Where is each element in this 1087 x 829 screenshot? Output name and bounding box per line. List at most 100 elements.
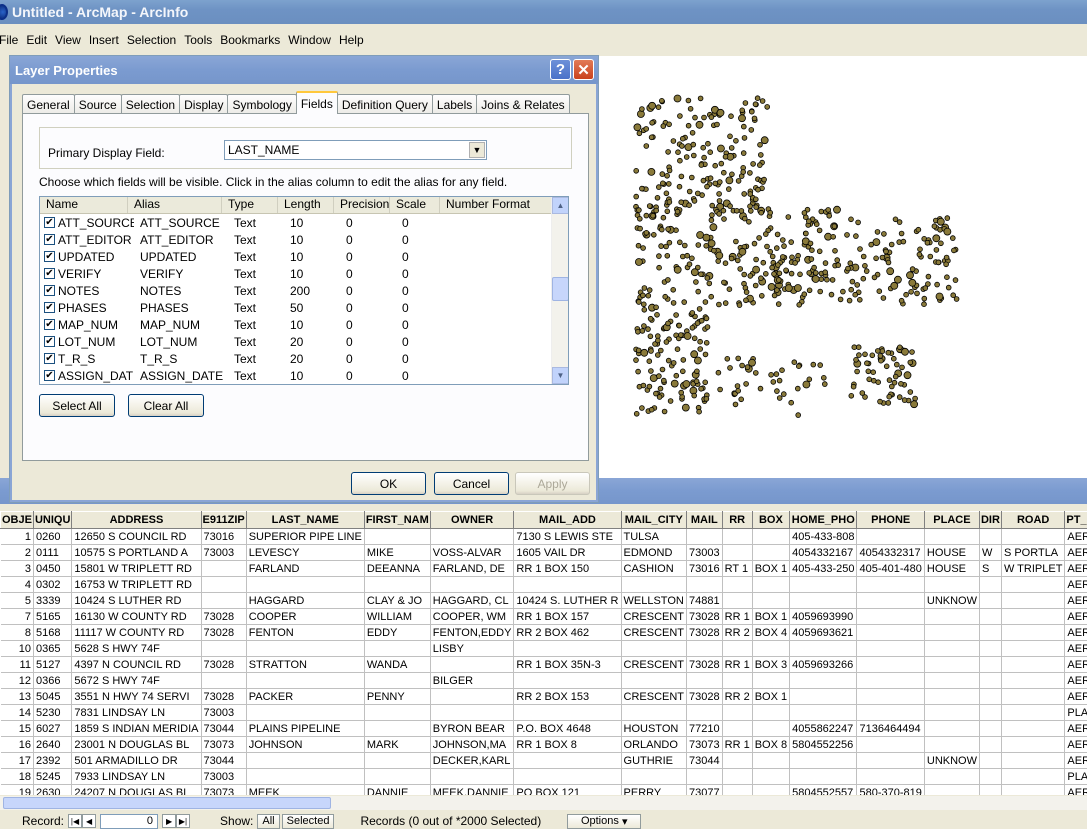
table-cell[interactable]: P.O. BOX 4648 — [513, 720, 622, 737]
map-point[interactable] — [824, 276, 830, 283]
table-cell[interactable]: BOX 3 — [752, 656, 791, 673]
map-point[interactable] — [847, 260, 854, 267]
map-point[interactable] — [776, 270, 783, 277]
table-cell[interactable]: 10 — [0, 640, 34, 657]
map-point[interactable] — [748, 127, 755, 133]
field-alias[interactable]: ATT_EDITOR — [134, 233, 228, 247]
map-point[interactable] — [944, 274, 950, 281]
map-point[interactable] — [903, 291, 909, 298]
table-cell[interactable]: 7831 LINDSAY LN — [71, 704, 202, 721]
table-cell[interactable] — [722, 784, 753, 795]
map-point[interactable] — [753, 370, 759, 376]
table-row[interactable]: 15 6027 1859 S INDIAN MERIDIA 73044 PLAINS P… — [0, 720, 1087, 737]
map-point[interactable] — [698, 271, 704, 278]
menu-tools[interactable]: Tools — [184, 33, 218, 47]
map-point[interactable] — [646, 383, 653, 390]
menu-edit[interactable]: Edit — [26, 33, 53, 47]
map-point[interactable] — [701, 114, 707, 121]
map-point[interactable] — [759, 293, 765, 299]
map-point[interactable] — [943, 254, 950, 261]
map-point[interactable] — [646, 358, 653, 365]
table-cell[interactable]: AERIAL — [1064, 736, 1087, 753]
map-point[interactable] — [691, 392, 697, 399]
map-point[interactable] — [664, 208, 671, 215]
column-header-last-name[interactable]: LAST_NAME — [245, 511, 365, 529]
menu-file[interactable]: File — [0, 33, 24, 47]
map-point[interactable] — [879, 348, 886, 354]
map-point[interactable] — [646, 203, 653, 209]
field-column-header[interactable]: Precision — [334, 197, 390, 213]
map-point[interactable] — [736, 302, 743, 308]
map-point[interactable] — [682, 242, 688, 249]
table-cell[interactable]: 73044 — [201, 720, 247, 737]
map-point[interactable] — [753, 204, 759, 210]
table-cell[interactable]: 0302 — [33, 576, 73, 593]
table-cell[interactable]: AERIAL — [1064, 624, 1087, 641]
map-point[interactable] — [709, 202, 715, 209]
table-cell[interactable] — [979, 736, 1002, 753]
map-point[interactable] — [692, 114, 698, 121]
table-cell[interactable]: 6027 — [33, 720, 73, 737]
table-cell[interactable] — [924, 768, 980, 785]
table-cell[interactable]: PLAT — [1064, 768, 1087, 785]
map-point[interactable] — [748, 208, 754, 214]
map-point[interactable] — [663, 190, 670, 197]
map-point[interactable] — [738, 396, 745, 403]
field-row[interactable]: ✔ ATT_SOURCE ATT_SOURCE Text 10 0 0 — [40, 214, 568, 231]
map-point[interactable] — [811, 264, 817, 271]
clear-all-button[interactable]: Clear All — [128, 394, 204, 417]
table-cell[interactable] — [789, 640, 858, 657]
map-point[interactable] — [686, 261, 693, 268]
map-point[interactable] — [729, 171, 735, 178]
table-cell[interactable] — [979, 608, 1002, 625]
map-point[interactable] — [743, 381, 749, 387]
table-cell[interactable] — [856, 608, 925, 625]
table-cell[interactable] — [686, 768, 723, 785]
map-point[interactable] — [768, 371, 774, 378]
map-point[interactable] — [697, 338, 703, 345]
map-point[interactable] — [808, 256, 815, 262]
table-cell[interactable]: 0366 — [33, 672, 73, 689]
map-point[interactable] — [783, 267, 789, 274]
table-cell[interactable]: 4059693621 — [789, 624, 858, 641]
table-cell[interactable] — [621, 576, 688, 593]
map-point[interactable] — [738, 208, 745, 214]
map-point[interactable] — [751, 240, 758, 247]
map-point[interactable] — [716, 211, 722, 217]
table-cell[interactable] — [1001, 592, 1066, 609]
table-cell[interactable]: 73016 — [686, 560, 723, 577]
table-row[interactable]: 1203665672 S HWY 74F BILGER AERIAL — [0, 672, 1087, 689]
column-header-mail-city[interactable]: MAIL_CITY — [620, 511, 688, 529]
map-point[interactable] — [886, 393, 893, 400]
table-cell[interactable]: RR 1 BOX 8 — [513, 736, 622, 753]
map-point[interactable] — [756, 235, 762, 241]
table-cell[interactable]: W TRIPLET — [1001, 560, 1066, 577]
table-cell[interactable]: CRESCENT — [621, 624, 688, 641]
map-point[interactable] — [656, 264, 662, 271]
map-point[interactable] — [784, 284, 793, 293]
map-point[interactable] — [856, 352, 862, 358]
map-point[interactable] — [722, 260, 729, 267]
map-point[interactable] — [716, 301, 722, 308]
map-point[interactable] — [643, 212, 650, 219]
table-cell[interactable]: 2392 — [33, 752, 73, 769]
map-point[interactable] — [852, 291, 859, 298]
map-point[interactable] — [898, 380, 904, 387]
field-alias[interactable]: MAP_NUM — [134, 318, 228, 332]
map-point[interactable] — [871, 274, 878, 281]
map-point[interactable] — [788, 399, 795, 406]
column-header-address[interactable]: ADDRESS — [71, 511, 202, 529]
map-point[interactable] — [759, 98, 766, 104]
column-header-home-pho[interactable]: HOME_PHO — [789, 511, 858, 529]
field-alias[interactable]: ATT_SOURCE — [134, 216, 228, 230]
table-cell[interactable]: 73003 — [201, 544, 247, 561]
map-point[interactable] — [735, 178, 742, 184]
table-cell[interactable]: AERIAL — [1064, 752, 1087, 769]
field-alias[interactable]: ASSIGN_DATE — [134, 369, 228, 383]
table-cell[interactable] — [924, 656, 980, 673]
map-point[interactable] — [826, 213, 833, 219]
map-point[interactable] — [650, 232, 657, 238]
table-cell[interactable]: 0365 — [33, 640, 73, 657]
map-point[interactable] — [903, 371, 912, 380]
tab-fields[interactable]: Fields — [295, 91, 338, 114]
